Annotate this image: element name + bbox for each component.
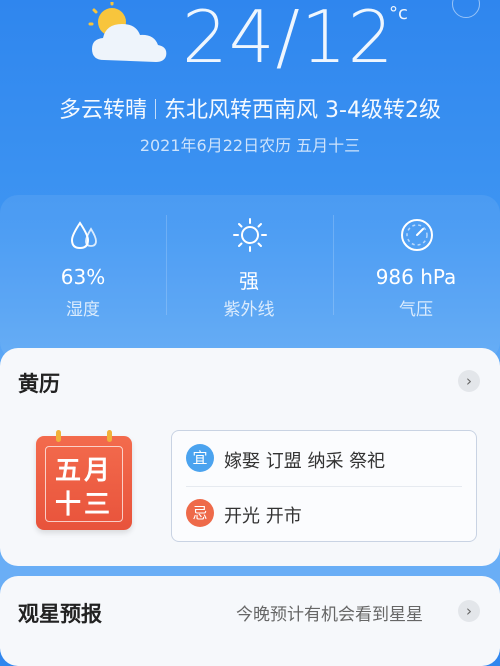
wind-info: 东北风转西南风 3-4级转2级 xyxy=(164,98,441,123)
stat-uv: 强 紫外线 xyxy=(166,195,332,345)
stat-humidity: 63% 湿度 xyxy=(0,195,166,345)
stargazing-title: 观星预报 xyxy=(18,602,102,626)
weather-summary: 多云转晴 东北风转西南风 3-4级转2级 xyxy=(0,92,500,124)
calendar-ring xyxy=(56,430,61,442)
pressure-value: 986 hPa xyxy=(375,265,457,289)
pressure-label: 气压 xyxy=(399,300,433,320)
calendar-ring xyxy=(107,430,112,442)
almanac-title: 黄历 xyxy=(18,372,60,396)
stargazing-subtitle: 今晚预计有机会看到星星 xyxy=(236,605,423,625)
partly-cloudy-icon xyxy=(88,2,167,62)
divider xyxy=(155,99,157,119)
date-lunar: 2021年6月22日农历 五月十三 xyxy=(139,136,361,155)
weather-condition: 多云转晴 xyxy=(59,98,148,123)
divider xyxy=(186,486,462,487)
calendar-day: 十三 xyxy=(54,490,113,520)
temperature-unit: °c xyxy=(389,3,408,24)
weather-header: 24/12 °c 多云转晴 东北风转西南风 3-4级转2级 2021年6月22日农… xyxy=(0,0,500,190)
uv-value: 强 xyxy=(239,269,259,293)
chevron-right-icon[interactable]: › xyxy=(458,600,480,622)
uv-label: 紫外线 xyxy=(223,300,275,320)
chevron-right-icon[interactable]: › xyxy=(458,370,480,392)
gauge-icon xyxy=(401,219,433,251)
sun-icon xyxy=(233,218,267,252)
calendar-month: 五月 xyxy=(54,456,113,486)
yi-ji-box: 宜 嫁娶 订盟 纳采 祭祀 忌 开光 开市 xyxy=(171,430,477,542)
humidity-label: 湿度 xyxy=(66,300,100,320)
yi-badge: 宜 xyxy=(186,444,214,472)
droplets-icon xyxy=(70,221,97,250)
stat-pressure: 986 hPa 气压 xyxy=(333,195,499,345)
weather-stats-panel: 63% 湿度 强 紫外线 986 hPa 气压 xyxy=(0,195,500,360)
almanac-card[interactable]: 黄历 › 五月 十三 宜 嫁娶 订盟 纳采 祭祀 忌 开光 开市 xyxy=(0,348,500,566)
ji-text: 开光 开市 xyxy=(224,506,302,527)
stargazing-card[interactable]: 观星预报 今晚预计有机会看到星星 › xyxy=(0,576,500,666)
more-button[interactable] xyxy=(452,0,480,18)
ji-badge: 忌 xyxy=(186,499,214,527)
humidity-value: 63% xyxy=(60,265,106,289)
yi-text: 嫁娶 订盟 纳采 祭祀 xyxy=(224,451,386,472)
lunar-calendar-icon: 五月 十三 xyxy=(36,430,132,530)
temperature-range: 24/12 xyxy=(182,0,395,79)
